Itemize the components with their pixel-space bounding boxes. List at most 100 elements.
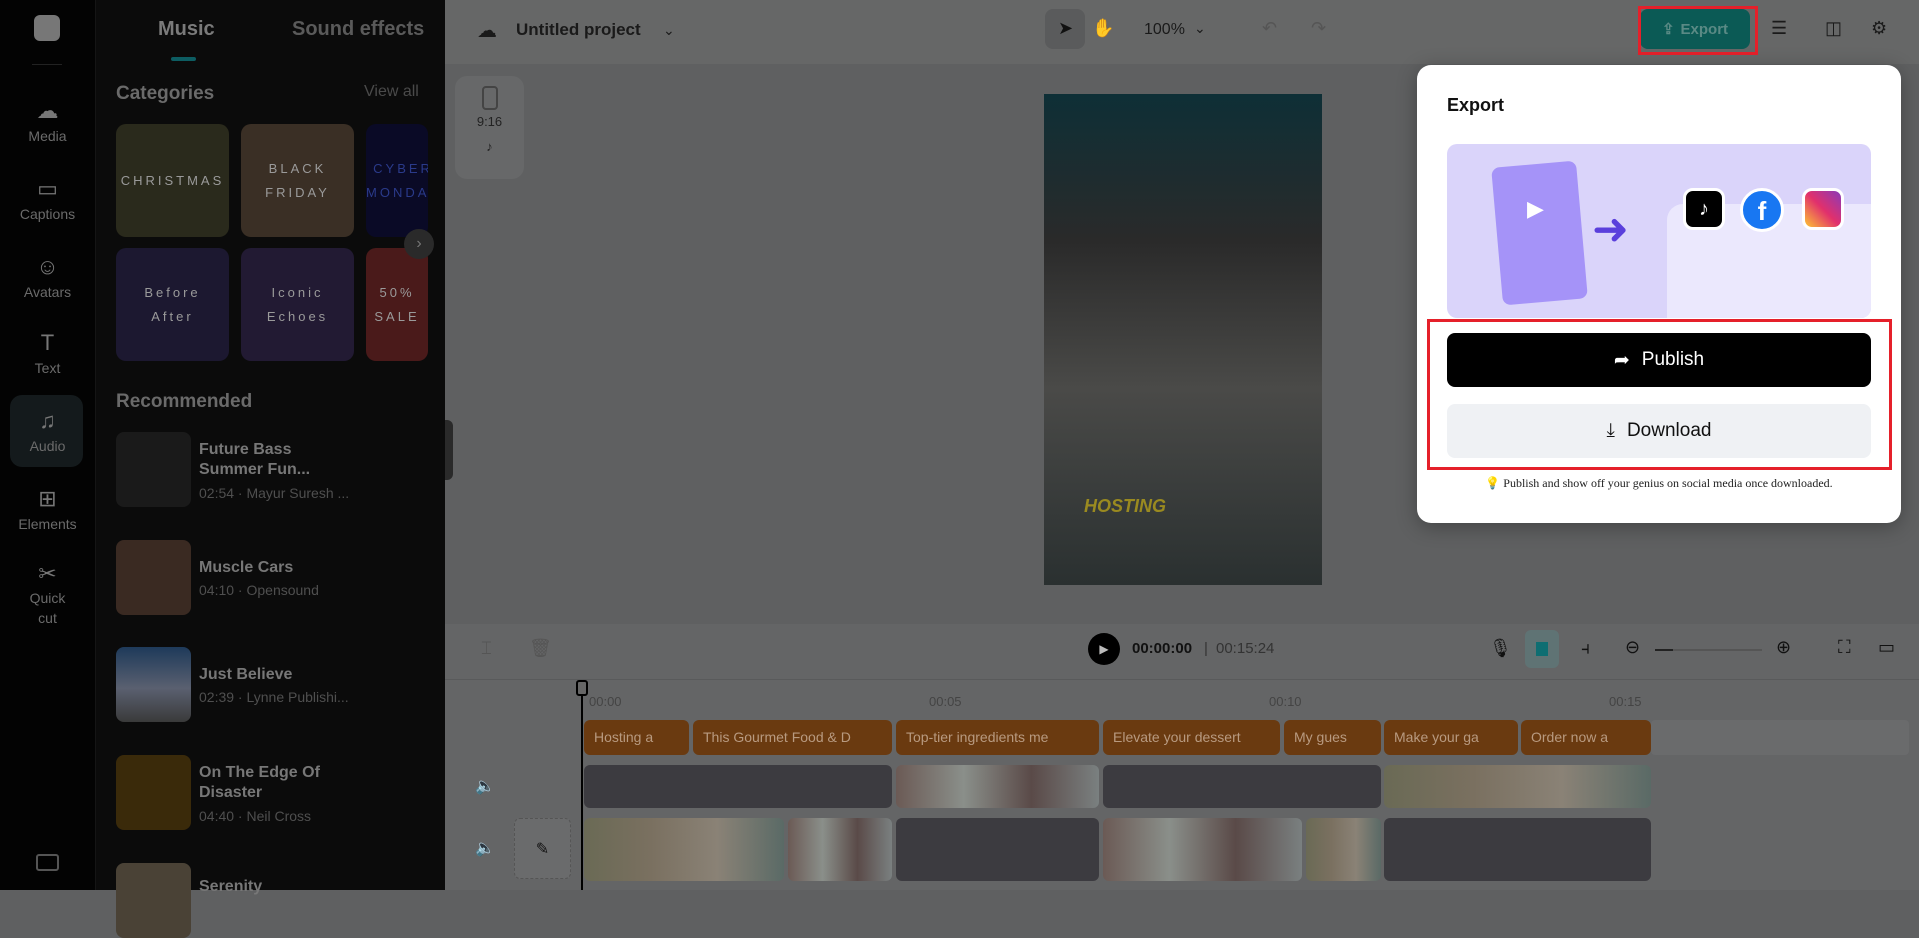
nav-audio[interactable]: ♫ Audio <box>0 408 95 454</box>
time-separator: | <box>1204 640 1208 657</box>
divider <box>445 679 1919 680</box>
edit-track-button[interactable]: ✎ <box>514 818 571 879</box>
carousel-next-button[interactable]: › <box>404 229 434 259</box>
fullscreen-icon[interactable]: ⛶ <box>1838 637 1851 658</box>
tiktok-icon: ♪ <box>486 139 493 154</box>
ratio-panel[interactable]: 9:16 ♪ <box>455 76 524 179</box>
redo-icon[interactable]: ↷ <box>1311 18 1326 39</box>
nav-media[interactable]: ☁ Media <box>0 98 95 144</box>
playhead-handle[interactable] <box>576 680 588 696</box>
video-clip[interactable] <box>1103 818 1302 881</box>
undo-icon[interactable]: ↶ <box>1262 18 1277 39</box>
nav-avatars[interactable]: ☺ Avatars <box>0 254 95 300</box>
arrow-icon: ➜ <box>1592 205 1629 254</box>
auto-snap-button[interactable] <box>1525 630 1559 668</box>
video-preview[interactable]: HOSTING <box>1044 94 1322 585</box>
song-meta: 04:10 · Opensound <box>199 582 319 598</box>
hand-tool-icon[interactable]: ✋ <box>1092 18 1114 39</box>
keyboard-icon[interactable] <box>36 854 59 871</box>
caption-clip[interactable]: Top-tier ingredients me <box>896 720 1099 755</box>
ruler-tick: 00:05 <box>929 694 962 709</box>
export-title: Export <box>1447 95 1505 115</box>
tiktok-icon: ♪ <box>1683 188 1725 230</box>
chevron-down-icon[interactable]: ⌄ <box>663 22 675 39</box>
nav-captions[interactable]: ▭ Captions <box>0 176 95 222</box>
category-before-after[interactable]: Before After <box>116 248 229 361</box>
tip-text: Publish and show off your genius on soci… <box>1503 476 1833 490</box>
zoom-slider[interactable] <box>1655 649 1762 651</box>
caption-clip[interactable]: Make your ga <box>1384 720 1518 755</box>
nav-label: Captions <box>19 206 76 222</box>
category-iconic-echoes[interactable]: Iconic Echoes <box>241 248 354 361</box>
category-black-friday[interactable]: BLACK FRIDAY <box>241 124 354 237</box>
video-clip[interactable] <box>1384 818 1651 881</box>
layers-icon[interactable]: ☰ <box>1771 18 1787 39</box>
song-item[interactable]: Muscle Cars 04:10 · Opensound <box>116 540 436 615</box>
delete-icon[interactable]: 🗑 <box>529 638 552 659</box>
speaker-icon[interactable]: 🔈 <box>475 776 495 796</box>
play-icon: ▶ <box>1527 196 1544 221</box>
select-tool-button[interactable]: ➤ <box>1045 9 1085 49</box>
split-audio-icon[interactable]: ⫞ <box>1581 638 1590 659</box>
video-clip[interactable] <box>1306 818 1381 881</box>
preview-icon[interactable]: ▭ <box>1878 637 1895 658</box>
zoom-select[interactable]: 100% <box>1144 21 1185 39</box>
play-button[interactable]: ▶ <box>1088 633 1120 665</box>
caption-clip[interactable]: This Gourmet Food & D <box>693 720 892 755</box>
text-icon: T <box>40 330 55 355</box>
category-sale[interactable]: 50% SALE <box>366 248 428 361</box>
video-clip[interactable] <box>896 765 1099 808</box>
song-item[interactable]: On The Edge Of Disaster 04:40 · Neil Cros… <box>116 755 436 830</box>
track-empty <box>1651 720 1909 755</box>
nav-quick-cut[interactable]: ✂ Quick cut <box>0 563 95 628</box>
current-time: 00:00:00 <box>1132 640 1193 657</box>
category-christmas[interactable]: CHRISTMAS <box>116 124 229 237</box>
top-bar: ☁ Untitled project ⌄ ➤ ✋ 100% ⌄ ↶ ↷ ⇪ Exp… <box>445 0 1919 64</box>
video-clip[interactable] <box>1384 765 1651 808</box>
audio-panel: Music Sound effects Categories View all … <box>95 0 453 938</box>
facebook-icon: f <box>1740 188 1784 232</box>
tab-sound-effects[interactable]: Sound effects <box>292 18 424 41</box>
caption-clip[interactable]: Order now a <box>1521 720 1651 755</box>
cursor-icon: ➤ <box>1058 18 1074 38</box>
song-item[interactable]: Serenity <box>116 863 436 938</box>
video-clip[interactable] <box>584 765 892 808</box>
video-clip[interactable] <box>896 818 1099 881</box>
song-thumbnail <box>116 755 191 830</box>
caption-clip[interactable]: Hosting a <box>584 720 689 755</box>
playhead[interactable] <box>581 682 583 890</box>
category-cyber-monday[interactable]: CYBER MONDAY <box>366 124 428 237</box>
split-icon[interactable]: ⌶ <box>481 638 492 659</box>
settings-icon[interactable]: ⚙ <box>1871 18 1887 39</box>
music-icon: ♫ <box>39 408 56 433</box>
video-clip[interactable] <box>584 818 784 881</box>
caption-clip[interactable]: Elevate your dessert <box>1103 720 1280 755</box>
video-clip[interactable] <box>788 818 892 881</box>
caption-clip[interactable]: My gues <box>1284 720 1381 755</box>
zoom-in-icon[interactable]: ⊕ <box>1776 637 1791 658</box>
tab-music[interactable]: Music <box>158 18 215 41</box>
divider <box>32 64 62 65</box>
song-thumbnail <box>116 432 191 507</box>
zoom-chevron-icon[interactable]: ⌄ <box>1194 20 1206 37</box>
song-item[interactable]: Just Believe 02:39 · Lynne Publishi... <box>116 647 436 722</box>
video-card <box>1491 160 1588 306</box>
nav-elements[interactable]: ⊞ Elements <box>0 486 95 532</box>
ruler-tick: 00:10 <box>1269 694 1302 709</box>
song-thumbnail <box>116 863 191 938</box>
elements-icon: ⊞ <box>38 486 57 511</box>
speaker-icon[interactable]: 🔈 <box>475 838 495 858</box>
layout-panel-icon[interactable]: ◫ <box>1825 18 1842 39</box>
song-thumbnail <box>116 540 191 615</box>
view-all-link[interactable]: View all <box>364 83 419 101</box>
instagram-icon <box>1802 188 1844 230</box>
video-clip[interactable] <box>1103 765 1381 808</box>
app-logo[interactable] <box>34 15 60 41</box>
panel-collapse-handle[interactable] <box>445 420 453 480</box>
microphone-icon[interactable]: 🎙 <box>1489 638 1512 659</box>
zoom-out-icon[interactable]: ⊖ <box>1625 637 1640 658</box>
song-title: Just Believe <box>199 666 293 683</box>
project-title[interactable]: Untitled project <box>516 20 641 40</box>
song-item[interactable]: Future Bass Summer Fun... 02:54 · Mayur S… <box>116 432 436 507</box>
nav-text[interactable]: T Text <box>0 330 95 376</box>
